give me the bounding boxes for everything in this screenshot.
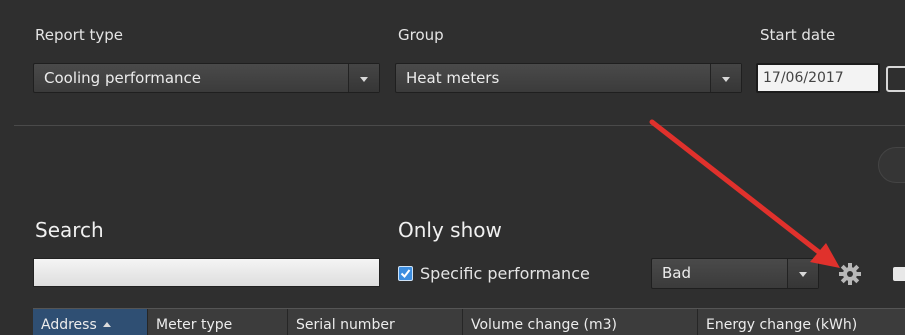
red-arrow-annotation — [649, 119, 840, 268]
